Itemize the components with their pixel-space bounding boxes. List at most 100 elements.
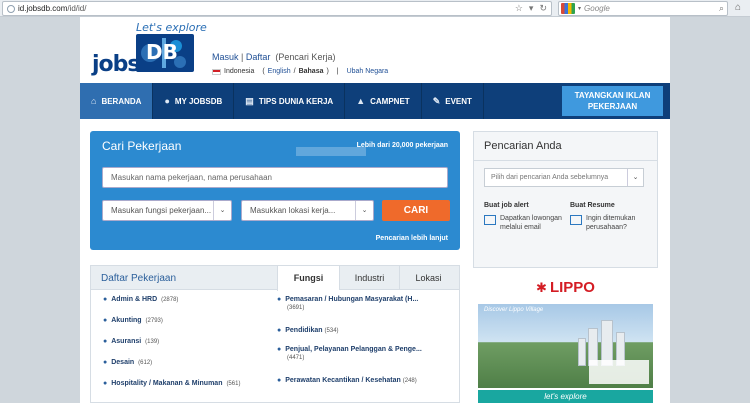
address-bar[interactable]: id.jobsdb.com/id/id/ ☆ ▾ ↻ xyxy=(2,1,552,16)
home-icon[interactable]: ⌂ xyxy=(735,2,741,13)
graduation-cap-icon: ▲ xyxy=(356,96,366,106)
advanced-search-link[interactable]: Pencarian lebih lanjut xyxy=(376,235,448,242)
indonesia-flag-icon xyxy=(212,68,221,75)
page-background-right xyxy=(670,17,750,403)
logo-tagline: Let's explore xyxy=(136,21,207,34)
tab-fungsi[interactable]: Fungsi xyxy=(277,266,339,291)
category-item[interactable]: ● Pendidikan (534) xyxy=(277,327,422,346)
nav-label: BERANDA xyxy=(101,96,142,106)
category-item[interactable]: ● Akunting (2793) xyxy=(103,317,240,338)
location-select[interactable]: Masukkan lokasi kerja... ⌄ xyxy=(241,200,374,221)
login-separator: | xyxy=(241,52,244,62)
lang-bahasa: Bahasa xyxy=(298,68,324,75)
google-icon xyxy=(561,3,575,14)
engine-dropdown-icon[interactable]: ▾ xyxy=(578,5,581,12)
resume-block[interactable]: Buat Resume Ingin ditemukan perusahaan? xyxy=(570,202,652,232)
country-separator: | xyxy=(336,68,339,75)
resume-title: Buat Resume xyxy=(570,202,615,209)
category-column-left: ● Admin & HRD (2878) ● Akunting (2793) ● As… xyxy=(103,296,240,401)
site-header: Let's explore jobs DB Masuk | Daftar (Pe… xyxy=(80,17,670,83)
tab-lokasi[interactable]: Lokasi xyxy=(399,266,457,290)
search-title: Cari Pekerjaan xyxy=(102,139,182,153)
lippo-advertisement[interactable]: ✱ LIPPO Discover Lippo Village let's exp… xyxy=(473,279,658,403)
tab-industri[interactable]: Industri xyxy=(339,266,399,290)
ad-footer: let's explore xyxy=(478,390,653,403)
nav-label: TIPS DUNIA KERJA xyxy=(258,96,334,106)
location-select-text: Masukkan lokasi kerja... xyxy=(250,206,336,215)
nav-item-myjobsdb[interactable]: ● MY JOBSDB xyxy=(153,83,235,119)
saved-search-title: Pencarian Anda xyxy=(484,140,562,152)
job-alert-text: Dapatkan lowongan melalui email xyxy=(500,215,562,231)
nav-item-campnet[interactable]: ▲ CAMPNET xyxy=(345,83,422,119)
url-path: /id/id/ xyxy=(67,4,87,13)
nav-label: EVENT xyxy=(445,96,472,106)
chevron-down-icon: ⌄ xyxy=(213,201,231,220)
search-submit-button[interactable]: CARI xyxy=(382,200,450,221)
page: Let's explore jobs DB Masuk | Daftar (Pe… xyxy=(80,17,670,403)
page-background-left xyxy=(0,17,80,403)
dropdown-arrow-icon[interactable]: ▾ xyxy=(529,3,534,14)
bookmark-star-icon[interactable]: ☆ xyxy=(515,3,523,14)
job-list-panel: Daftar Pekerjaan Fungsi Industri Lokasi … xyxy=(90,265,460,403)
category-item[interactable]: ● Hospitality / Makanan & Minuman (561) xyxy=(103,380,240,401)
saved-search-select-text: Pilih dari pencarian Anda sebelumnya xyxy=(491,174,609,181)
nav-item-beranda[interactable]: ⌂ BERANDA xyxy=(80,83,154,119)
url-host: id.jobsdb.com xyxy=(18,4,68,13)
globe-icon xyxy=(7,4,15,13)
saved-search-panel: Pencarian Anda Pilih dari pencarian Anda… xyxy=(473,131,658,268)
keyword-input[interactable]: Masukan nama pekerjaan, nama perusahaan xyxy=(102,167,448,188)
category-item[interactable]: ● Pemasaran / Hubungan Masyarakat (H... (3… xyxy=(277,296,422,327)
book-icon: ▤ xyxy=(245,95,254,106)
function-select[interactable]: Masukan fungsi pekerjaan... ⌄ xyxy=(102,200,232,221)
chevron-down-icon: ⌄ xyxy=(627,169,643,186)
home-icon: ⌂ xyxy=(91,96,97,106)
browser-search-box[interactable]: ▾ Google ⌕ xyxy=(558,1,728,16)
main-nav: ⌂ BERANDA ● MY JOBSDB ▤ TIPS DUNIA KERJA ▲ C… xyxy=(80,83,670,119)
login-links: Masuk | Daftar (Pencari Kerja) xyxy=(212,52,335,62)
category-item[interactable]: ● Asuransi (139) xyxy=(103,338,240,359)
reload-icon[interactable]: ↻ xyxy=(539,3,547,14)
category-item[interactable]: ● Desain (612) xyxy=(103,359,240,380)
category-item[interactable]: ● Perawatan Kecantikan / Kesehatan (248) xyxy=(277,377,422,396)
register-link[interactable]: Daftar xyxy=(246,52,271,62)
nav-label: CAMPNET xyxy=(370,96,410,106)
logo-db-text: DB xyxy=(146,40,178,64)
ad-headline: Discover Lippo Village xyxy=(484,307,544,313)
language-bar: Indonesia (English / Bahasa) | Ubah Nega… xyxy=(212,68,388,75)
chevron-down-icon: ⌄ xyxy=(355,201,373,220)
lang-close-paren: ) xyxy=(326,68,329,75)
ad-small-print xyxy=(589,360,649,384)
user-icon: ● xyxy=(164,96,170,106)
nav-item-event[interactable]: ✎ EVENT xyxy=(422,83,484,119)
browser-toolbar: id.jobsdb.com/id/id/ ☆ ▾ ↻ ▾ Google ⌕ ⌂ xyxy=(0,0,750,17)
edit-resume-icon xyxy=(570,215,582,225)
login-link[interactable]: Masuk xyxy=(212,52,239,62)
lippo-logo: ✱ LIPPO xyxy=(473,279,658,301)
envelope-icon xyxy=(484,215,496,225)
lang-separator: / xyxy=(293,68,296,75)
lippo-mark-icon: ✱ xyxy=(536,280,547,295)
pencil-icon: ✎ xyxy=(432,95,441,106)
search-icon[interactable]: ⌕ xyxy=(719,3,724,14)
divider xyxy=(474,160,657,161)
change-country-link[interactable]: Ubah Negara xyxy=(347,68,389,75)
ad-image: Discover Lippo Village xyxy=(478,304,653,388)
function-select-text: Masukan fungsi pekerjaan... xyxy=(111,206,212,215)
lang-english-link[interactable]: English xyxy=(268,68,291,75)
jobsdb-logo[interactable]: Let's explore jobs DB xyxy=(92,20,210,80)
saved-search-select[interactable]: Pilih dari pencarian Anda sebelumnya ⌄ xyxy=(484,168,644,187)
logo-text: jobs xyxy=(92,52,140,77)
job-alert-block[interactable]: Buat job alert Dapatkan lowongan melalui… xyxy=(484,202,566,232)
nav-item-tips[interactable]: ▤ TIPS DUNIA KERJA xyxy=(234,83,346,119)
category-item[interactable]: ● Penjual, Pelayanan Pelanggan & Penge...… xyxy=(277,346,422,377)
nav-label: MY JOBSDB xyxy=(174,96,223,106)
search-overlay-ghost xyxy=(296,147,366,156)
role-label: (Pencari Kerja) xyxy=(275,52,336,62)
list-title: Daftar Pekerjaan xyxy=(101,273,177,284)
resume-text: Ingin ditemukan perusahaan? xyxy=(586,215,636,231)
job-count: Lebih dari 20,000 pekerjaan xyxy=(356,142,448,149)
lippo-brand: LIPPO xyxy=(549,279,595,296)
category-item[interactable]: ● Admin & HRD (2878) xyxy=(103,296,240,317)
post-job-ad-button[interactable]: TAYANGKAN IKLAN PEKERJAAN xyxy=(562,86,663,116)
post-job-line2: PEKERJAAN xyxy=(587,102,638,111)
